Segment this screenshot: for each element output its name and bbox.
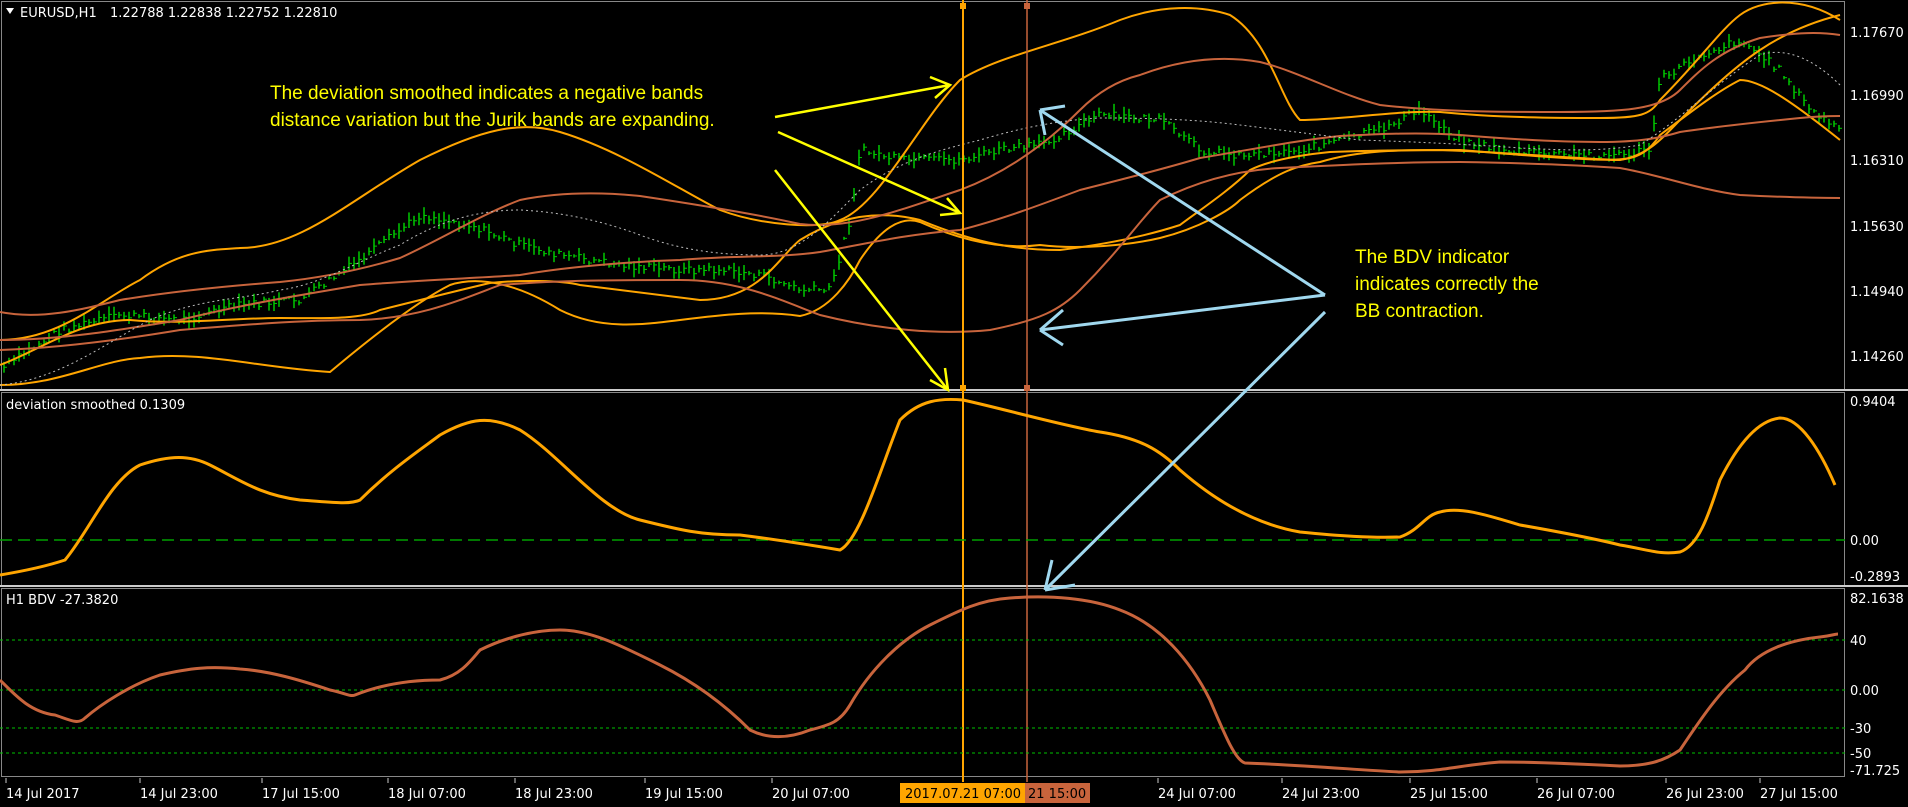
svg-text:1.15630: 1.15630 [1850,220,1904,235]
main-symbol: EURUSD,H1 [20,6,97,21]
time-label: 18 Jul 23:00 [515,787,593,802]
annotation-1-line-1: The deviation smoothed indicates a negat… [270,83,703,104]
time-label: 26 Jul 07:00 [1537,787,1615,802]
svg-text:1.16310: 1.16310 [1850,154,1904,169]
time-label: 14 Jul 2017 [6,787,80,802]
time-label: 20 Jul 07:00 [772,787,850,802]
time-label: 27 Jul 15:00 [1760,787,1838,802]
time-label: 24 Jul 23:00 [1282,787,1360,802]
cursor2-label: 21 15:00 [1028,787,1086,802]
annotation-2-line-1: The BDV indicator [1355,247,1510,268]
annotation-1-line-2: distance variation but the Jurik bands a… [270,110,715,131]
svg-text:40: 40 [1850,634,1867,649]
svg-text:-71.725: -71.725 [1850,764,1900,779]
svg-text:1.14940: 1.14940 [1850,285,1904,300]
svg-text:1.17670: 1.17670 [1850,26,1904,41]
bdv-title: H1 BDV -27.3820 [6,593,118,608]
trading-chart[interactable]: 14 Jul 2017 14 Jul 23:00 17 Jul 15:00 18 Ju… [0,0,1908,807]
svg-text:-0.2893: -0.2893 [1850,570,1900,585]
svg-text:1.14260: 1.14260 [1850,350,1904,365]
time-label: 14 Jul 23:00 [140,787,218,802]
svg-text:1.16990: 1.16990 [1850,89,1904,104]
annotation-2-line-3: BB contraction. [1355,301,1484,322]
time-label: 26 Jul 23:00 [1666,787,1744,802]
svg-text:-30: -30 [1850,722,1871,737]
svg-text:82.1638: 82.1638 [1850,592,1904,607]
svg-text:-50: -50 [1850,747,1871,762]
main-ohlc: 1.22788 1.22838 1.22752 1.22810 [110,6,337,21]
time-label: 19 Jul 15:00 [645,787,723,802]
dev-title: deviation smoothed 0.1309 [6,398,185,413]
time-label: 24 Jul 07:00 [1158,787,1236,802]
svg-text:0.00: 0.00 [1850,684,1879,699]
time-label: 18 Jul 07:00 [388,787,466,802]
cursor1-label: 2017.07.21 07:00 [905,787,1021,802]
time-label: 17 Jul 15:00 [262,787,340,802]
annotation-2-line-2: indicates correctly the [1355,274,1539,295]
svg-text:0.00: 0.00 [1850,534,1879,549]
time-label: 25 Jul 15:00 [1410,787,1488,802]
svg-text:0.9404: 0.9404 [1850,395,1896,410]
